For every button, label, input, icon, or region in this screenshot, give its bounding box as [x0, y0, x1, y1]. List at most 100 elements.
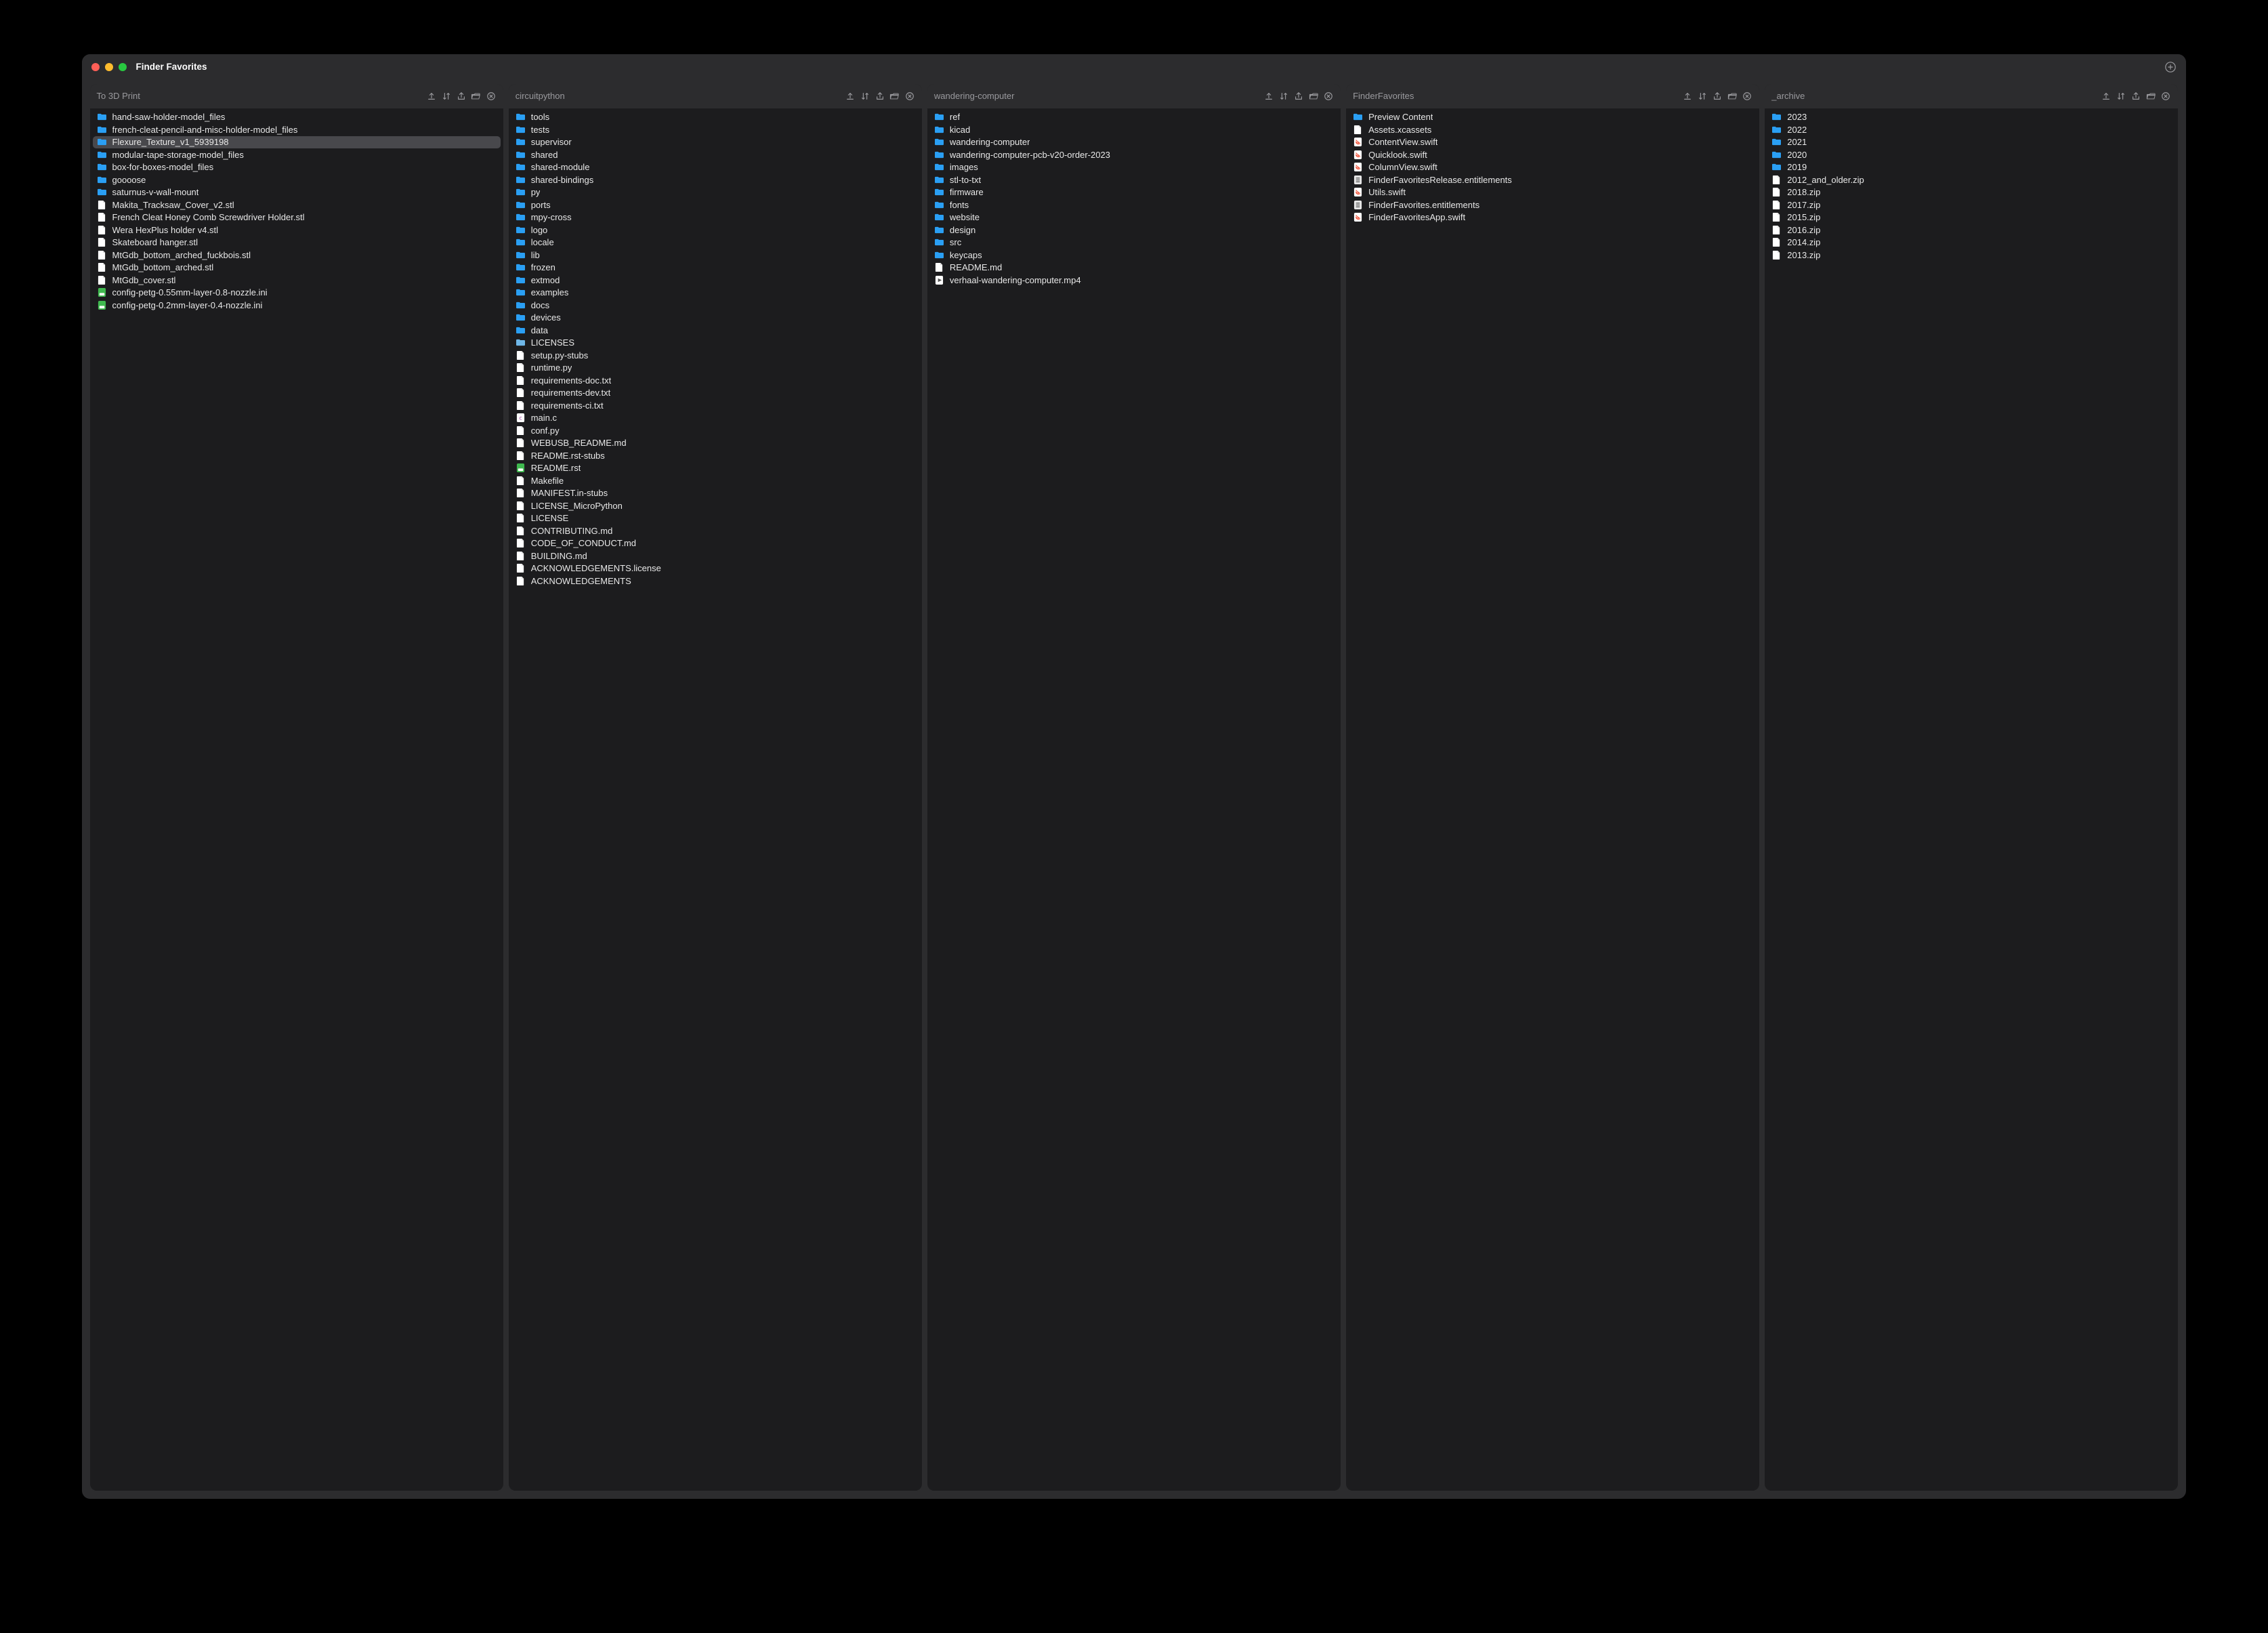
list-item[interactable]: french-cleat-pencil-and-misc-holder-mode…	[93, 123, 501, 136]
list-item[interactable]: README.rst-stubs	[511, 449, 919, 462]
list-item[interactable]: 2017.zip	[1767, 199, 2175, 211]
list-item[interactable]: tests	[511, 123, 919, 136]
list-item[interactable]: goooose	[93, 173, 501, 186]
list-item[interactable]: fonts	[930, 199, 1338, 211]
list-item[interactable]: saturnus-v-wall-mount	[93, 186, 501, 199]
remove-icon[interactable]	[904, 91, 915, 102]
sort-icon[interactable]	[441, 91, 452, 102]
close-window-button[interactable]	[91, 63, 100, 71]
column-title[interactable]: wandering-computer	[930, 91, 1261, 101]
remove-icon[interactable]	[2160, 91, 2171, 102]
sort-icon[interactable]	[1697, 91, 1708, 102]
open-folder-icon[interactable]	[2145, 91, 2156, 102]
list-item[interactable]: wandering-computer-pcb-v20-order-2023	[930, 148, 1338, 161]
list-item[interactable]: website	[930, 211, 1338, 224]
remove-icon[interactable]	[486, 91, 497, 102]
list-item[interactable]: LICENSES	[511, 337, 919, 350]
list-item[interactable]: src	[930, 236, 1338, 249]
upload-icon[interactable]	[426, 91, 437, 102]
list-item[interactable]: verhaal-wandering-computer.mp4	[930, 274, 1338, 287]
list-item[interactable]: design	[930, 224, 1338, 236]
list-item[interactable]: 2023	[1767, 111, 2175, 124]
list-item[interactable]: FinderFavoritesApp.swift	[1349, 211, 1757, 224]
list-item[interactable]: runtime.py	[511, 362, 919, 375]
list-item[interactable]: Wera HexPlus holder v4.stl	[93, 224, 501, 236]
open-folder-icon[interactable]	[889, 91, 900, 102]
list-item[interactable]: wandering-computer	[930, 136, 1338, 149]
column-title[interactable]: circuitpython	[511, 91, 842, 101]
list-item[interactable]: mpy-cross	[511, 211, 919, 224]
list-item[interactable]: conf.py	[511, 424, 919, 437]
list-item[interactable]: config-petg-0.55mm-layer-0.8-nozzle.ini	[93, 287, 501, 299]
list-item[interactable]: Utils.swift	[1349, 186, 1757, 199]
list-item[interactable]: requirements-ci.txt	[511, 399, 919, 412]
list-item[interactable]: examples	[511, 287, 919, 299]
list-item[interactable]: 2019	[1767, 161, 2175, 174]
share-icon[interactable]	[875, 91, 885, 102]
list-item[interactable]: LICENSE_MicroPython	[511, 499, 919, 512]
upload-icon[interactable]	[1263, 91, 1274, 102]
list-item[interactable]: 2013.zip	[1767, 249, 2175, 262]
add-column-button[interactable]	[2164, 61, 2177, 73]
list-item[interactable]: Quicklook.swift	[1349, 148, 1757, 161]
list-item[interactable]: logo	[511, 224, 919, 236]
list-item[interactable]: French Cleat Honey Comb Screwdriver Hold…	[93, 211, 501, 224]
list-item[interactable]: Makefile	[511, 474, 919, 487]
list-item[interactable]: LICENSE	[511, 512, 919, 525]
list-item[interactable]: frozen	[511, 262, 919, 274]
list-item[interactable]: kicad	[930, 123, 1338, 136]
list-item[interactable]: locale	[511, 236, 919, 249]
list-item[interactable]: ref	[930, 111, 1338, 124]
list-item[interactable]: FinderFavoritesRelease.entitlements	[1349, 173, 1757, 186]
upload-icon[interactable]	[2101, 91, 2112, 102]
remove-icon[interactable]	[1323, 91, 1334, 102]
list-item[interactable]: tools	[511, 111, 919, 124]
upload-icon[interactable]	[845, 91, 856, 102]
list-item[interactable]: config-petg-0.2mm-layer-0.4-nozzle.ini	[93, 299, 501, 312]
list-item[interactable]: README.rst	[511, 462, 919, 475]
list-item[interactable]: shared-module	[511, 161, 919, 174]
remove-icon[interactable]	[1742, 91, 1752, 102]
list-item[interactable]: 2021	[1767, 136, 2175, 149]
list-item[interactable]: MtGdb_bottom_arched_fuckbois.stl	[93, 249, 501, 262]
list-item[interactable]: shared-bindings	[511, 173, 919, 186]
list-item[interactable]: ACKNOWLEDGEMENTS.license	[511, 562, 919, 575]
minimize-window-button[interactable]	[105, 63, 113, 71]
list-item[interactable]: CODE_OF_CONDUCT.md	[511, 537, 919, 550]
list-item[interactable]: ports	[511, 199, 919, 211]
list-item[interactable]: 2018.zip	[1767, 186, 2175, 199]
column-title[interactable]: _archive	[1767, 91, 2098, 101]
share-icon[interactable]	[1712, 91, 1723, 102]
list-item[interactable]: firmware	[930, 186, 1338, 199]
open-folder-icon[interactable]	[1727, 91, 1738, 102]
list-item[interactable]: shared	[511, 148, 919, 161]
list-item[interactable]: README.md	[930, 262, 1338, 274]
list-item[interactable]: BUILDING.md	[511, 550, 919, 562]
upload-icon[interactable]	[1682, 91, 1693, 102]
list-item[interactable]: Assets.xcassets	[1349, 123, 1757, 136]
open-folder-icon[interactable]	[471, 91, 482, 102]
column-title[interactable]: To 3D Print	[93, 91, 423, 101]
list-item[interactable]: Makita_Tracksaw_Cover_v2.stl	[93, 199, 501, 211]
list-item[interactable]: 2014.zip	[1767, 236, 2175, 249]
list-item[interactable]: requirements-dev.txt	[511, 387, 919, 400]
list-item[interactable]: extmod	[511, 274, 919, 287]
list-item[interactable]: keycaps	[930, 249, 1338, 262]
list-item[interactable]: docs	[511, 299, 919, 312]
open-folder-icon[interactable]	[1308, 91, 1319, 102]
list-item[interactable]: FinderFavorites.entitlements	[1349, 199, 1757, 211]
list-item[interactable]: hand-saw-holder-model_files	[93, 111, 501, 124]
list-item[interactable]: 2020	[1767, 148, 2175, 161]
list-item[interactable]: ContentView.swift	[1349, 136, 1757, 149]
list-item[interactable]: lib	[511, 249, 919, 262]
list-item[interactable]: CONTRIBUTING.md	[511, 524, 919, 537]
list-item[interactable]: MANIFEST.in-stubs	[511, 487, 919, 500]
list-item[interactable]: stl-to-txt	[930, 173, 1338, 186]
list-item[interactable]: requirements-doc.txt	[511, 374, 919, 387]
list-item[interactable]: 2015.zip	[1767, 211, 2175, 224]
list-item[interactable]: supervisor	[511, 136, 919, 149]
list-item[interactable]: ACKNOWLEDGEMENTS	[511, 575, 919, 587]
list-item[interactable]: Skateboard hanger.stl	[93, 236, 501, 249]
share-icon[interactable]	[1293, 91, 1304, 102]
list-item[interactable]: cmain.c	[511, 412, 919, 425]
